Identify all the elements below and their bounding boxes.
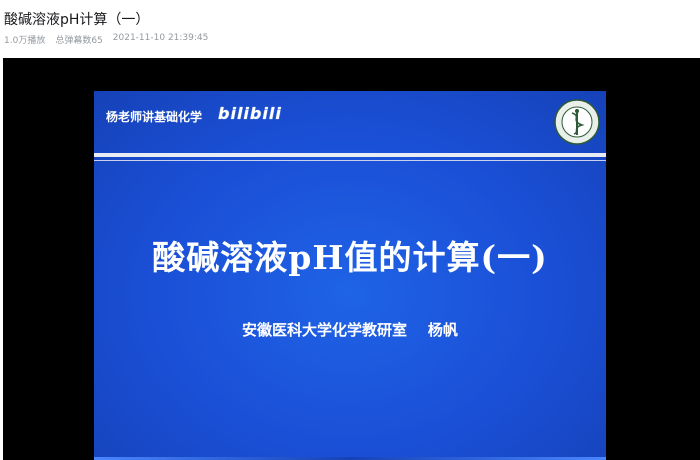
view-count: 1.0万播放	[4, 36, 46, 46]
publish-datetime: 2021-11-10 21:39:45	[112, 33, 209, 43]
slide-divider-thick	[94, 153, 606, 157]
university-emblem-icon	[554, 99, 600, 145]
lecture-slide: 杨老师讲基础化学 bilibili 酸碱溶液pH值的计算(一) 安徽医科大学化学…	[94, 91, 606, 460]
video-player[interactable]: 杨老师讲基础化学 bilibili 酸碱溶液pH值的计算(一) 安徽医科大学化学…	[3, 58, 700, 460]
slide-subtitle: 安徽医科大学化学教研室 杨帆	[242, 321, 458, 339]
danmaku-count: 总弹幕数65	[55, 36, 103, 46]
slide-divider-thin	[94, 160, 606, 161]
video-meta: 1.0万播放 总弹幕数65 2021-11-10 21:39:45	[4, 33, 208, 46]
video-title: 酸碱溶液pH计算（一）	[4, 12, 150, 28]
bilibili-logo: bilibili	[218, 104, 282, 123]
slide-channel-label: 杨老师讲基础化学	[106, 110, 203, 124]
slide-title: 酸碱溶液pH值的计算(一)	[152, 238, 548, 277]
